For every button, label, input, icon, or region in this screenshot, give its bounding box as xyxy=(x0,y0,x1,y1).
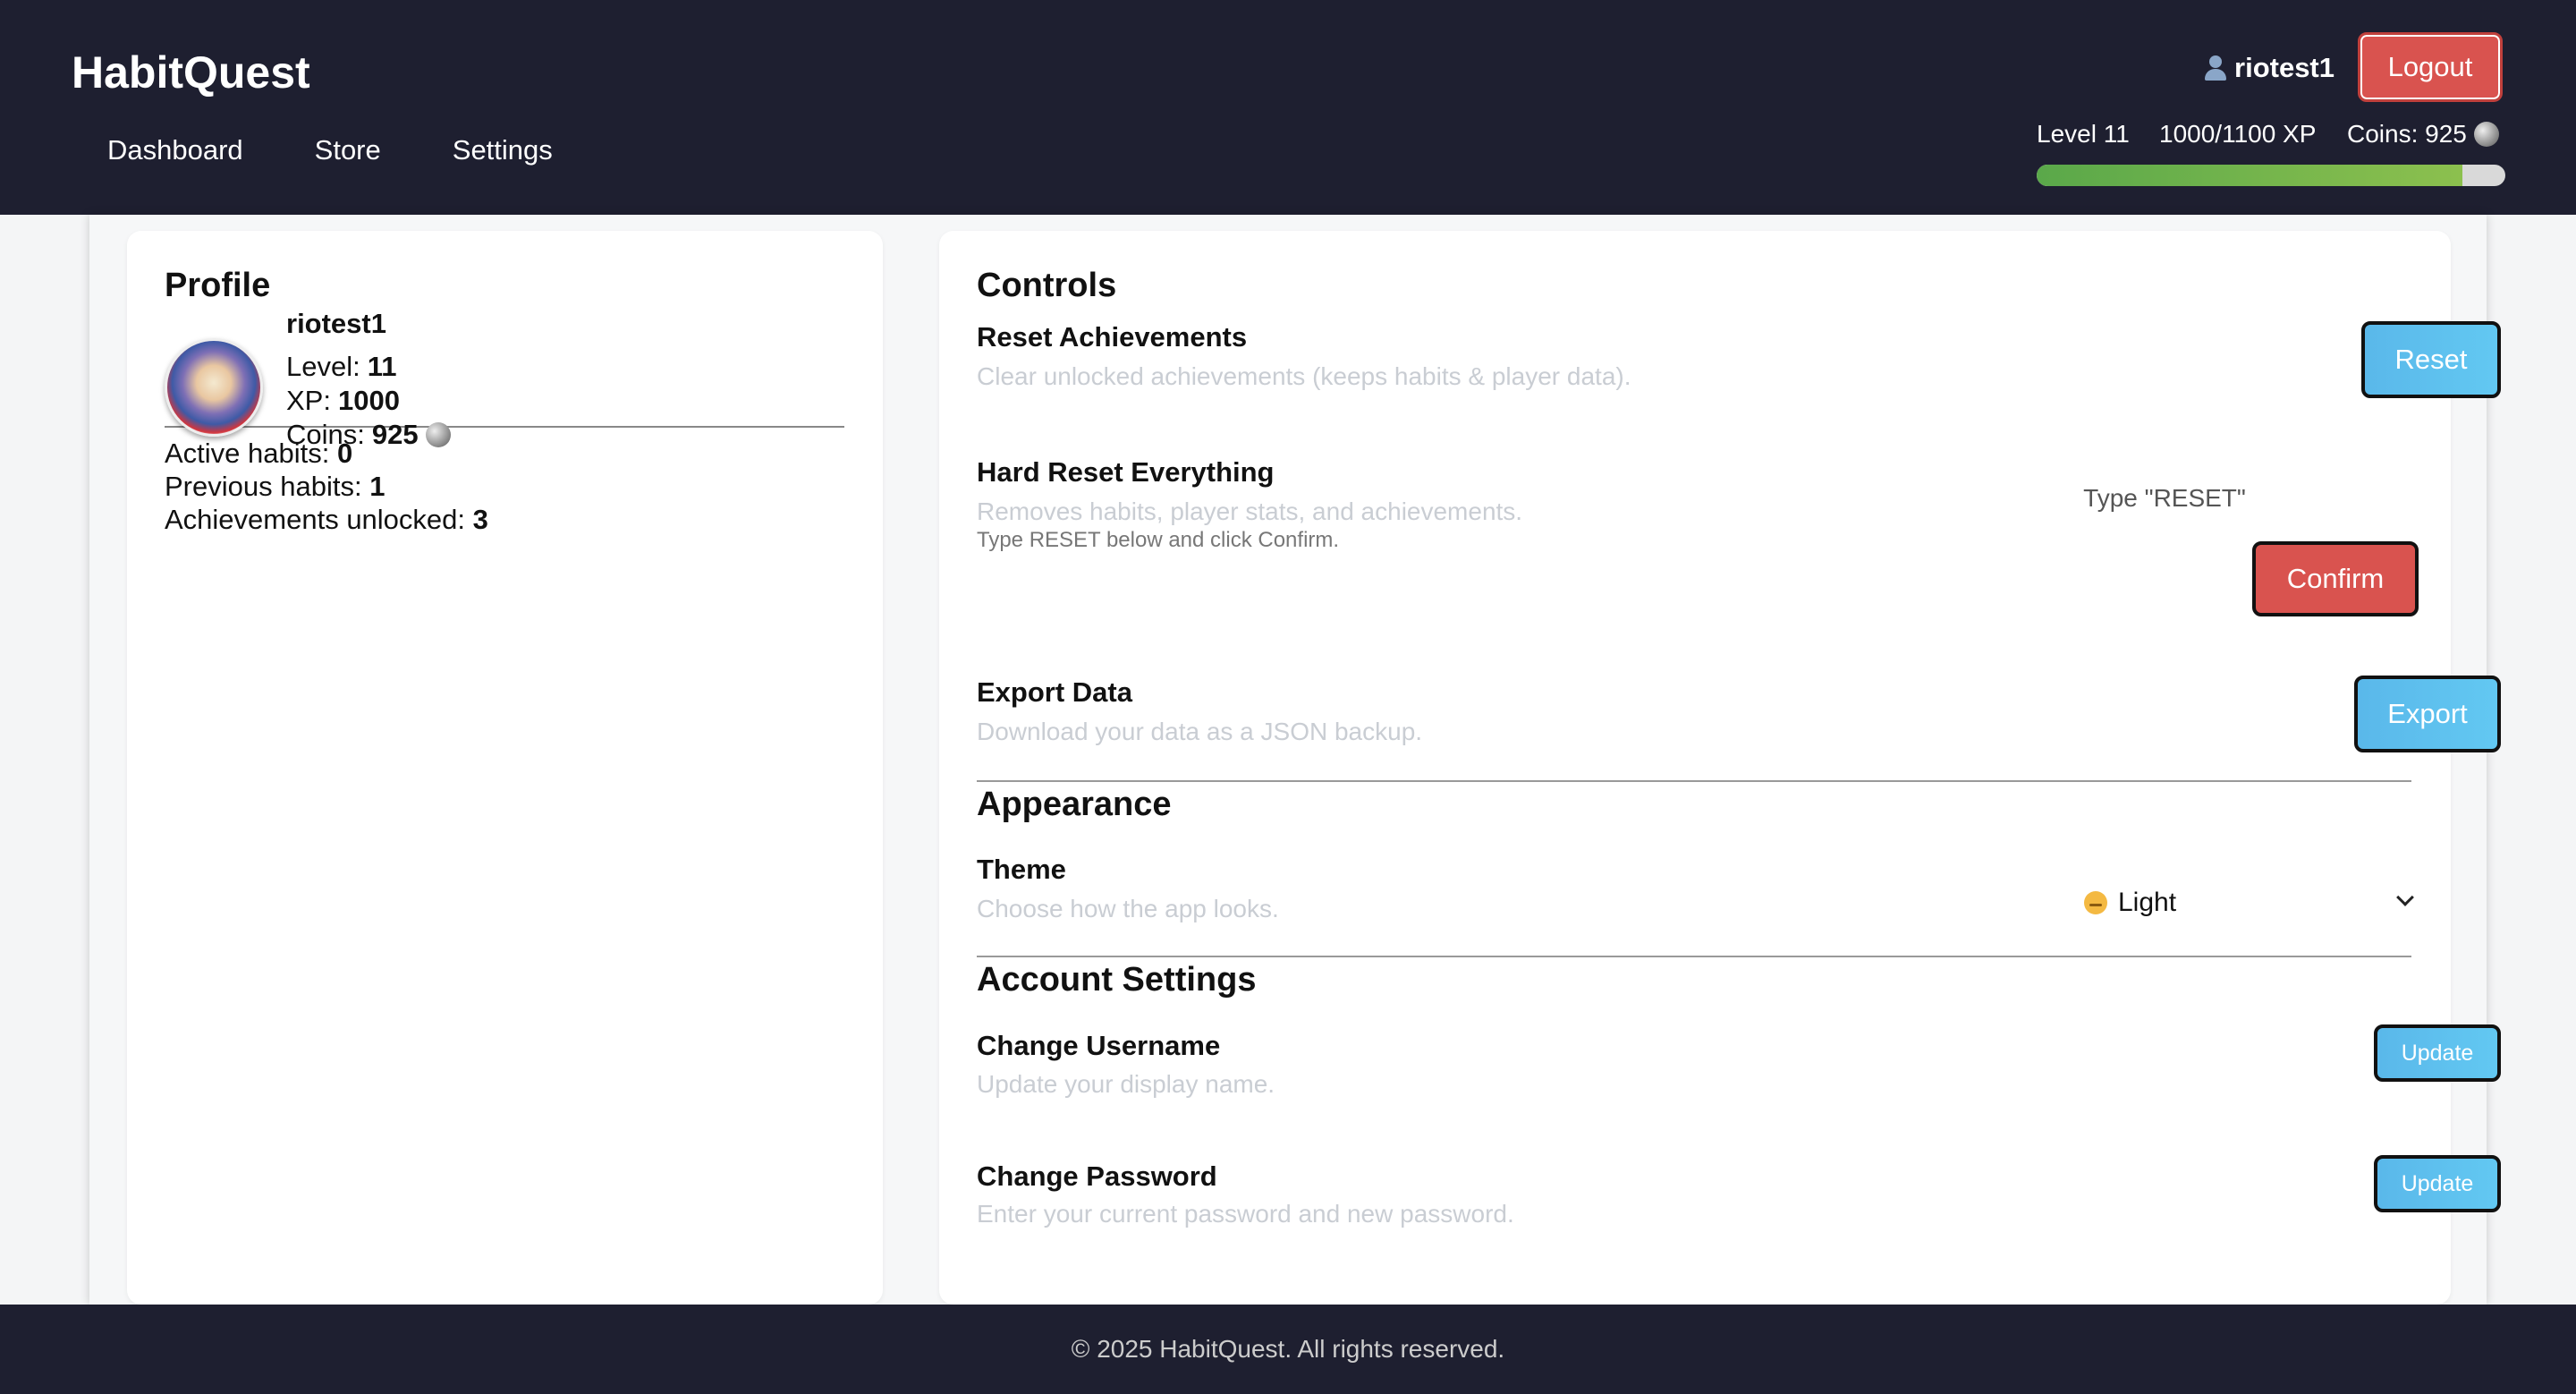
profile-xp-label: XP: xyxy=(286,385,331,416)
profile-level: Level: 11 xyxy=(286,351,397,383)
header-coins: Coins: 925 xyxy=(2347,120,2499,149)
profile-level-value: 11 xyxy=(367,351,397,382)
avatar xyxy=(165,338,263,437)
theme-value: Light xyxy=(2118,888,2177,917)
hard-reset-hint: Type RESET below and click Confirm. xyxy=(977,528,1340,552)
divider xyxy=(977,780,2411,782)
profile-card: Profile riotest1 Level: 11 XP: 1000 Coins:… xyxy=(127,231,883,1305)
brand-logo[interactable]: HabitQuest xyxy=(72,47,310,98)
main-nav: Dashboard Store Settings xyxy=(107,134,553,166)
user-badge: riotest1 xyxy=(2204,52,2334,84)
change-password-title: Change Password xyxy=(977,1160,1217,1192)
reset-achievements-desc: Clear unlocked achievements (keeps habit… xyxy=(977,362,1631,390)
footer-text: © 2025 HabitQuest. All rights reserved. xyxy=(1071,1335,1505,1363)
active-habits-value: 0 xyxy=(337,438,353,469)
export-data-desc: Download your data as a JSON backup. xyxy=(977,718,1423,745)
achievements-label: Achievements unlocked: xyxy=(165,504,466,535)
nav-store[interactable]: Store xyxy=(315,134,381,166)
profile-xp: XP: 1000 xyxy=(286,385,400,417)
change-username-title: Change Username xyxy=(977,1030,1221,1061)
hard-reset-title: Hard Reset Everything xyxy=(977,456,1275,488)
change-password-desc: Enter your current password and new pass… xyxy=(977,1200,1514,1228)
active-habits-label: Active habits: xyxy=(165,438,330,469)
export-data-title: Export Data xyxy=(977,676,1132,708)
change-username-desc: Update your display name. xyxy=(977,1070,1275,1098)
confirm-reset-button[interactable]: Confirm xyxy=(2252,541,2419,616)
export-button[interactable]: Export xyxy=(2354,676,2501,752)
xp-progress-fill xyxy=(2037,165,2463,186)
update-username-button[interactable]: Update xyxy=(2374,1024,2501,1082)
controls-title: Controls xyxy=(977,267,1117,304)
header-coins-text: Coins: 925 xyxy=(2347,120,2467,148)
previous-habits: Previous habits: 1 xyxy=(165,470,488,503)
theme-desc: Choose how the app looks. xyxy=(977,895,1279,922)
user-icon xyxy=(2204,55,2227,81)
achievements-value: 3 xyxy=(472,504,488,535)
theme-title: Theme xyxy=(977,854,1066,885)
footer: © 2025 HabitQuest. All rights reserved. xyxy=(0,1305,2576,1394)
profile-level-label: Level: xyxy=(286,351,360,382)
profile-username: riotest1 xyxy=(286,308,386,339)
top-navbar: HabitQuest Dashboard Store Settings riot… xyxy=(0,0,2576,215)
header-xp: 1000/1100 XP xyxy=(2159,120,2317,148)
update-password-button[interactable]: Update xyxy=(2374,1155,2501,1212)
emoji-icon xyxy=(2084,891,2107,914)
active-habits: Active habits: 0 xyxy=(165,437,488,470)
reset-achievements-button[interactable]: Reset xyxy=(2361,321,2501,398)
achievements-unlocked: Achievements unlocked: 3 xyxy=(165,503,488,536)
profile-summary: riotest1 Level: 11 XP: 1000 Coins: 925 xyxy=(165,308,844,450)
coin-icon xyxy=(2473,122,2499,147)
header-level: Level 11 xyxy=(2037,120,2130,148)
reset-achievements-title: Reset Achievements xyxy=(977,321,1248,353)
xp-progress-bar xyxy=(2037,165,2505,186)
divider xyxy=(977,956,2411,957)
nav-dashboard[interactable]: Dashboard xyxy=(107,134,243,166)
chevron-down-icon xyxy=(2396,888,2414,906)
header-username: riotest1 xyxy=(2234,52,2334,83)
previous-habits-value: 1 xyxy=(369,471,386,502)
logout-button[interactable]: Logout xyxy=(2358,32,2503,102)
appearance-title: Appearance xyxy=(977,786,1172,823)
hard-reset-desc: Removes habits, player stats, and achiev… xyxy=(977,497,1523,525)
theme-select[interactable]: Light xyxy=(2084,880,2424,925)
profile-details: Active habits: 0 Previous habits: 1 Achi… xyxy=(165,437,488,536)
previous-habits-label: Previous habits: xyxy=(165,471,362,502)
nav-settings[interactable]: Settings xyxy=(453,134,553,166)
account-settings-title: Account Settings xyxy=(977,961,1257,999)
controls-card: Controls Reset Achievements Clear unlock… xyxy=(939,231,2501,1305)
player-stats: Level 11 1000/1100 XP Coins: 925 xyxy=(2037,120,2499,149)
main-container: Profile riotest1 Level: 11 XP: 1000 Coins:… xyxy=(89,215,2501,1305)
reset-confirm-input[interactable] xyxy=(2057,477,2272,520)
profile-xp-value: 1000 xyxy=(337,385,400,416)
profile-title: Profile xyxy=(165,267,271,304)
